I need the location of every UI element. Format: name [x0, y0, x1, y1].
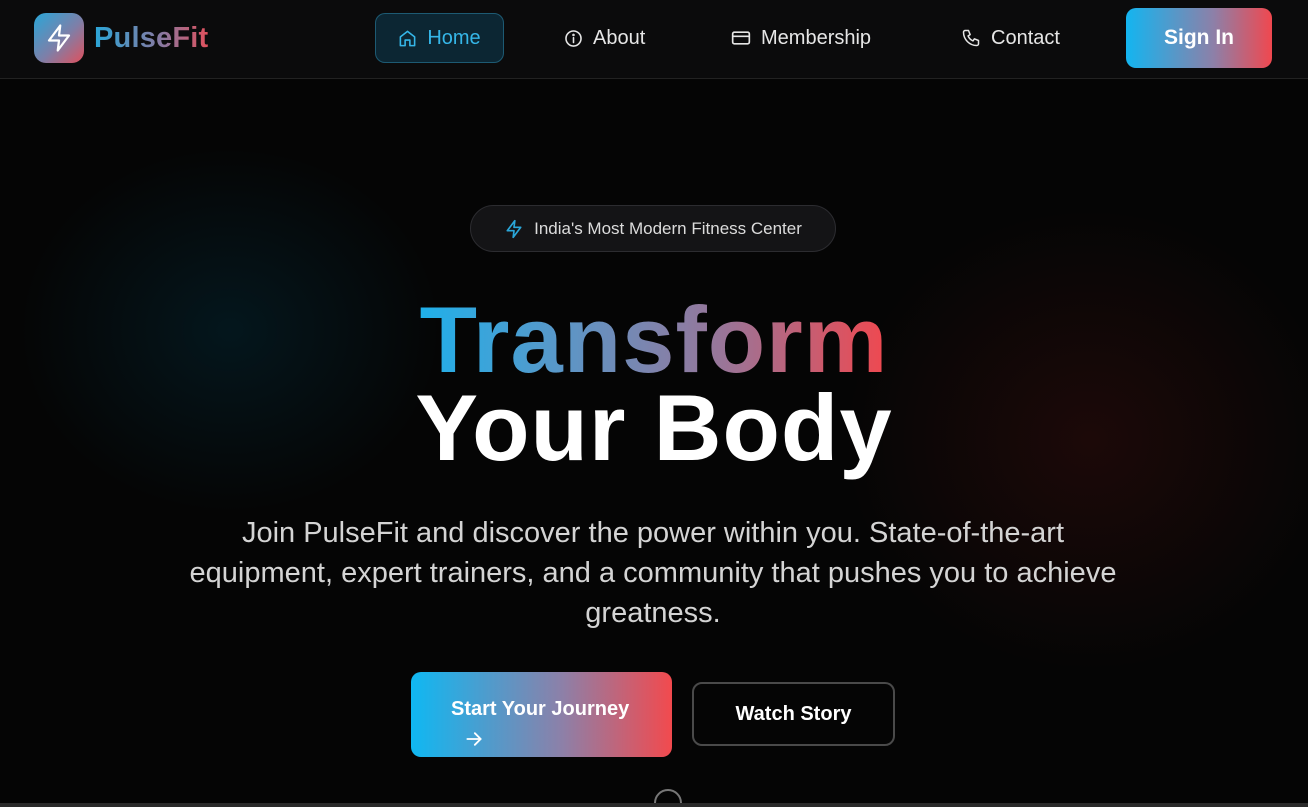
hero-description: Join PulseFit and discover the power wit…: [189, 517, 1117, 629]
lightning-bolt-icon: [34, 13, 84, 63]
brand-name: PulseFit: [94, 21, 209, 54]
watch-story-button[interactable]: Watch Story: [692, 682, 895, 746]
sign-in-button[interactable]: Sign In: [1126, 8, 1272, 68]
nav-item-label: Home: [427, 26, 481, 49]
top-navbar: PulseFit Home About Membership Contact S…: [0, 0, 1308, 79]
arrow-right-icon: [466, 732, 482, 746]
start-journey-button[interactable]: Start Your Journey: [411, 672, 672, 757]
nav-item-membership[interactable]: Membership: [731, 13, 871, 63]
info-icon: [565, 29, 582, 47]
landing-page: PulseFit Home About Membership Contact S…: [0, 0, 1308, 807]
home-icon: [399, 30, 416, 46]
nav-item-label: Contact: [991, 26, 1060, 49]
window-bottom-edge: [0, 803, 1308, 807]
nav-item-home[interactable]: Home: [375, 13, 504, 63]
badge-text: India's Most Modern Fitness Center: [534, 218, 802, 238]
brand-logo[interactable]: PulseFit: [34, 13, 208, 63]
nav-item-label: Membership: [761, 26, 872, 49]
nav-item-label: About: [593, 26, 646, 49]
nav-item-about[interactable]: About: [564, 13, 645, 63]
credit-card-icon: [731, 31, 751, 45]
start-journey-label: Start Your Journey: [451, 698, 630, 720]
lightning-bolt-icon: [506, 219, 522, 238]
hero-title-line2: Your Body: [415, 375, 893, 480]
phone-icon: [962, 29, 980, 47]
hero-badge: India's Most Modern Fitness Center: [470, 205, 836, 252]
nav-item-contact[interactable]: Contact: [961, 13, 1060, 63]
